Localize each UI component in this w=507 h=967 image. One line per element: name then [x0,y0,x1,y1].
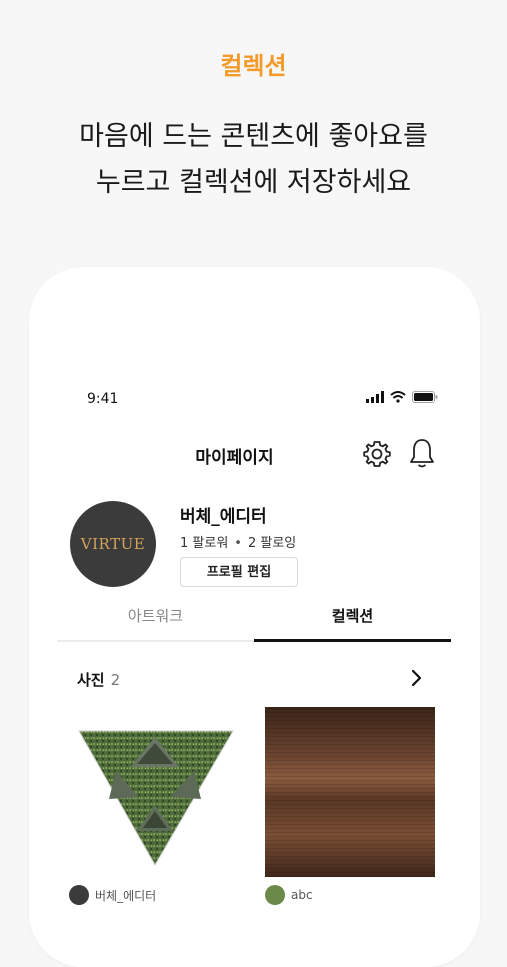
owner-avatar [69,885,89,905]
artwork-thumbnail[interactable] [265,707,435,877]
status-bar: 9:41 [29,267,480,407]
phone-mockup: 9:41 마이페이지 VIRTUE 버체_에디터 1 팔로워 • 2 팔로잉 프… [29,267,480,967]
chevron-right-icon[interactable] [408,669,426,687]
follow-stats: 1 팔로워 • 2 팔로잉 [180,532,296,551]
status-icons [366,391,438,403]
section-count: 2 [110,671,121,689]
edit-profile-button[interactable]: 프로필 편집 [180,557,298,587]
signal-icon [366,391,384,403]
item-owner[interactable]: abc [265,885,313,905]
owner-avatar [265,885,285,905]
tab-active-indicator [254,639,451,642]
avatar[interactable]: VIRTUE [70,501,156,587]
follow-separator: • [234,536,242,551]
section-header: 사진 2 [77,669,120,690]
promo-headline: 마음에 드는 콘텐츠에 좋아요를 누르고 컬렉션에 저장하세요 [0,114,507,206]
profile-tabs: 아트워크 컬렉션 [57,603,451,643]
following-link[interactable]: 2 팔로잉 [248,536,296,551]
wifi-icon [390,391,406,403]
section-title: 사진 [77,671,105,689]
tab-artwork[interactable]: 아트워크 [57,603,254,639]
avatar-logo-text: VIRTUE [80,535,146,553]
bell-icon[interactable] [407,437,437,469]
battery-icon [412,391,438,403]
status-time: 9:41 [87,391,119,407]
gear-icon[interactable] [362,439,392,469]
promo-tag: 컬렉션 [220,52,287,80]
username: 버체_에디터 [180,507,267,527]
promo-headline-line2: 누르고 컬렉션에 저장하세요 [95,167,412,198]
followers-link[interactable]: 1 팔로워 [180,536,228,551]
artwork-thumbnail[interactable] [69,707,239,877]
item-owner[interactable]: 버체_에디터 [69,885,156,905]
promo-headline-line1: 마음에 드는 콘텐츠에 좋아요를 [79,121,428,152]
owner-name: 버체_에디터 [95,888,157,903]
tab-collection[interactable]: 컬렉션 [254,603,451,639]
